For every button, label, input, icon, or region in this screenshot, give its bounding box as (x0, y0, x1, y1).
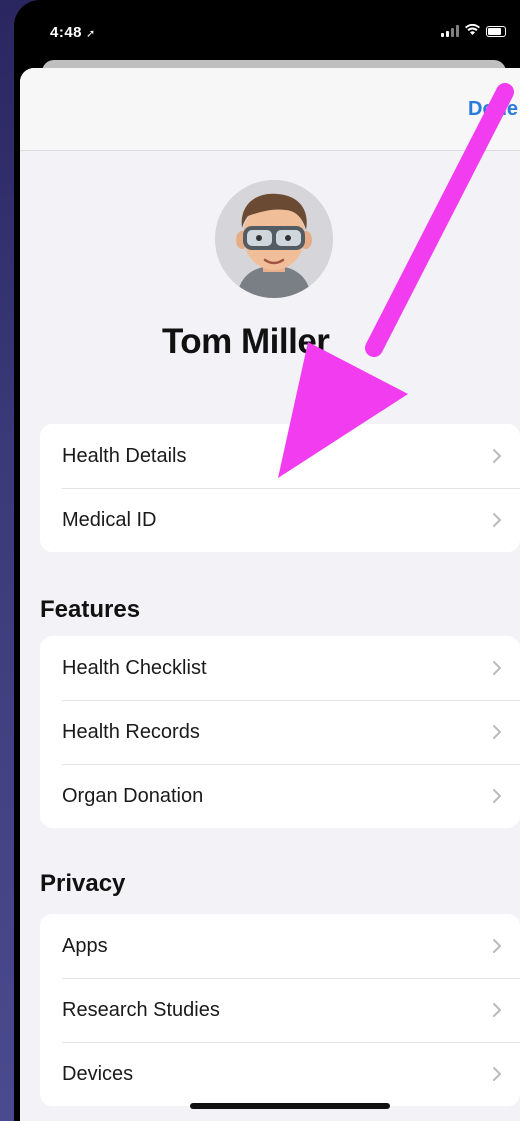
row-label: Apps (62, 934, 108, 957)
features-group: Health Checklist Health Records Organ Do… (40, 636, 520, 828)
row-health-details[interactable]: Health Details (40, 424, 520, 488)
chevron-right-icon (493, 1067, 501, 1081)
home-indicator[interactable] (190, 1103, 390, 1109)
row-organ-donation[interactable]: Organ Donation (40, 764, 520, 828)
memoji-avatar-icon[interactable] (215, 180, 333, 298)
phone-screen: 4:48 ➚ Done Tom Miller Health Details Me… (14, 0, 520, 1121)
profile-sheet: Done Tom Miller Health Details Medical I… (20, 68, 520, 1121)
chevron-right-icon (493, 449, 501, 463)
row-label: Organ Donation (62, 784, 204, 807)
chevron-right-icon (493, 725, 501, 739)
location-arrow-icon: ➚ (86, 28, 96, 40)
row-label: Devices (62, 1062, 134, 1085)
row-research-studies[interactable]: Research Studies (40, 978, 520, 1042)
signal-icon (441, 25, 459, 37)
row-label: Medical ID (62, 508, 157, 531)
done-button[interactable]: Done (468, 98, 518, 121)
status-icons (441, 23, 506, 38)
personal-details-group: Health Details Medical ID (40, 424, 520, 552)
navigation-bar: Done (20, 68, 520, 151)
row-health-checklist[interactable]: Health Checklist (40, 636, 520, 700)
row-health-records[interactable]: Health Records (40, 700, 520, 764)
battery-icon (486, 25, 506, 37)
status-time: 4:48 ➚ (50, 24, 96, 41)
chevron-right-icon (493, 661, 501, 675)
row-label: Health Details (62, 444, 187, 467)
section-title-privacy: Privacy (40, 870, 126, 897)
row-medical-id[interactable]: Medical ID (40, 488, 520, 552)
privacy-group: Apps Research Studies Devices (40, 914, 520, 1106)
time-text: 4:48 (50, 24, 83, 41)
row-label: Health Records (62, 720, 200, 743)
section-title-features: Features (40, 596, 141, 623)
profile-name: Tom Miller (162, 322, 330, 361)
chevron-right-icon (493, 789, 501, 803)
wifi-icon (465, 23, 480, 38)
row-label: Health Checklist (62, 656, 207, 679)
chevron-right-icon (493, 1003, 501, 1017)
chevron-right-icon (493, 939, 501, 953)
row-apps[interactable]: Apps (40, 914, 520, 978)
row-label: Research Studies (62, 998, 220, 1021)
chevron-right-icon (493, 513, 501, 527)
status-bar: 4:48 ➚ (14, 0, 520, 60)
row-devices[interactable]: Devices (40, 1042, 520, 1106)
